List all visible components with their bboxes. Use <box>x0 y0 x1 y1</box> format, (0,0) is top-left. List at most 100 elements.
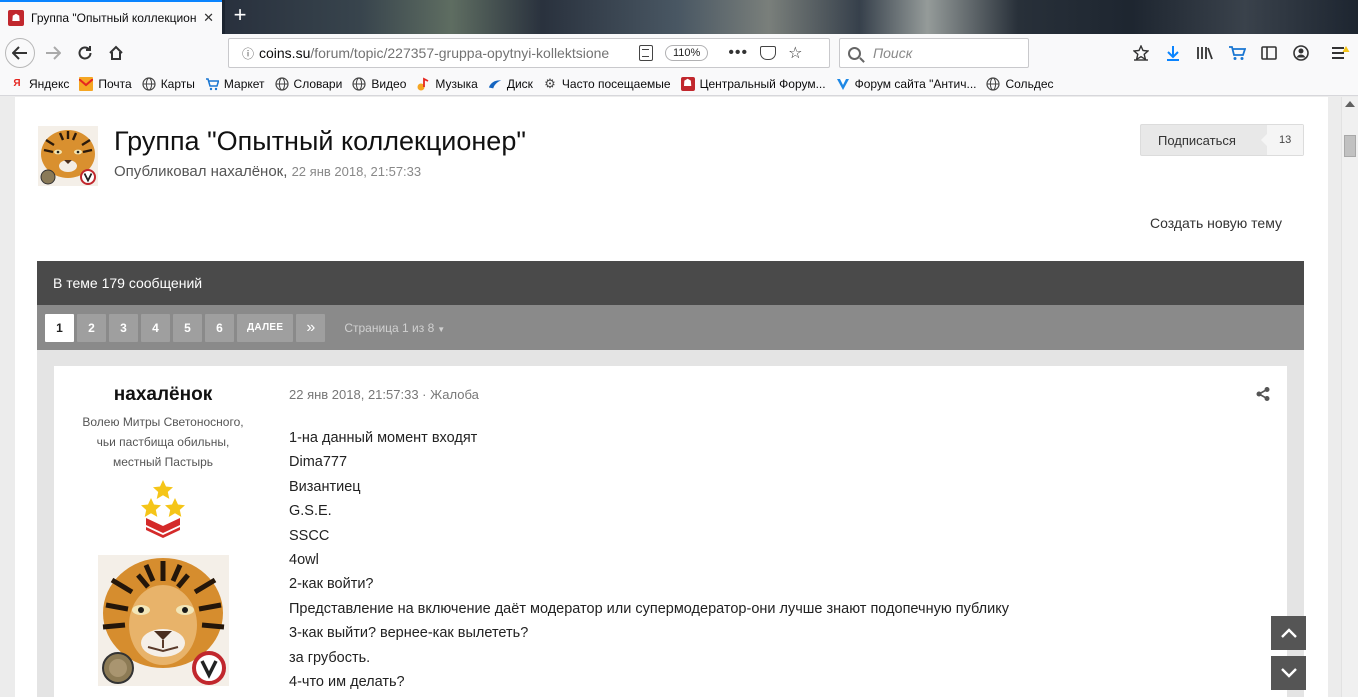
bookmark-label: Центральный Форум... <box>699 76 826 91</box>
post-author-avatar[interactable] <box>98 555 229 686</box>
url-bar[interactable]: ⓘ coins.su/forum/topic/227357-gruppa-opy… <box>228 38 830 68</box>
post-line: 4-что им делать? <box>289 674 405 691</box>
follow-button[interactable]: Подписаться 13 <box>1140 124 1304 156</box>
scrollbar-thumb[interactable] <box>1344 135 1356 157</box>
gear-icon: ⚙ <box>544 75 556 91</box>
post: нахалёнок Волею Митры Светоносного, чьи … <box>54 366 1287 697</box>
menu-icon[interactable] <box>1331 43 1351 63</box>
bookmark-most-visited[interactable]: ⚙ Часто посещаемые <box>543 75 670 91</box>
next-page-button[interactable]: ДАЛЕЕ <box>237 313 294 342</box>
chevron-up-icon <box>1280 628 1297 638</box>
bookmark-maps[interactable]: Карты <box>142 77 195 91</box>
music-icon <box>416 77 430 91</box>
page-6-button[interactable]: 6 <box>205 313 234 342</box>
tab-title: Группа "Опытный коллекционер" <box>31 11 198 25</box>
downloads-icon[interactable] <box>1163 43 1183 63</box>
scroll-to-top-button[interactable] <box>1271 616 1306 650</box>
tab-strip: ☗ Группа "Опытный коллекционер" ✕ + <box>0 0 1358 34</box>
scroll-to-bottom-button[interactable] <box>1271 656 1306 690</box>
page-5-button[interactable]: 5 <box>173 313 202 342</box>
bookmark-music[interactable]: Музыка <box>416 76 478 91</box>
reader-view-icon[interactable] <box>639 45 653 61</box>
globe-icon <box>352 76 366 91</box>
forum-page: Группа "Опытный коллекционер" Опубликова… <box>15 97 1328 697</box>
bookmarks-star-icon[interactable] <box>1131 43 1151 63</box>
page-3-button[interactable]: 3 <box>109 313 138 342</box>
globe-icon <box>274 76 289 91</box>
chevron-down-icon: ▼ <box>437 324 446 334</box>
back-arrow-icon <box>12 46 27 60</box>
tab-active[interactable]: ☗ Группа "Опытный коллекционер" ✕ <box>0 0 222 34</box>
post-line: Византиец <box>289 478 361 495</box>
share-icon[interactable] <box>1255 386 1271 402</box>
account-icon[interactable] <box>1291 43 1311 63</box>
sidebar-icon[interactable] <box>1259 43 1279 63</box>
follow-label: Подписаться <box>1158 132 1236 148</box>
post-meta: 22 янв 2018, 21:57:33 · Жалоба <box>289 387 479 402</box>
post-line: Dima777 <box>289 454 348 471</box>
page-1-button[interactable]: 1 <box>45 313 74 342</box>
post-list: нахалёнок Волею Митры Светоносного, чьи … <box>37 350 1304 697</box>
bookmark-market[interactable]: Маркет <box>205 77 265 91</box>
home-button[interactable] <box>102 39 130 67</box>
back-button[interactable] <box>5 38 35 68</box>
chevron-down-icon <box>1280 668 1297 678</box>
post-date[interactable]: 22 янв 2018, 21:57:33 <box>289 387 419 402</box>
post-line: SSCC <box>289 527 330 544</box>
bookmark-disk[interactable]: Диск <box>488 77 533 91</box>
bookmark-label: Почта <box>98 76 132 91</box>
tabstrip-background <box>225 0 1358 34</box>
post-line: Представление на включение даёт модерато… <box>289 600 1009 617</box>
bookmark-dictionaries[interactable]: Словари <box>274 76 342 91</box>
antique-icon <box>836 77 850 91</box>
coins-favicon-icon: ☗ <box>8 10 24 26</box>
new-tab-button[interactable]: + <box>228 4 252 28</box>
bookmark-label: Яндекс <box>29 76 70 91</box>
bookmarks-bar: Я Яндекс Почта Карты Маркет Словари Видео… <box>0 72 1358 96</box>
bookmark-star-icon[interactable]: ☆ <box>788 43 802 63</box>
page-actions-icon[interactable]: ••• <box>728 44 748 62</box>
url-text[interactable]: coins.su/forum/topic/227357-gruppa-opytn… <box>259 45 617 61</box>
bookmark-soldes[interactable]: Сольдес <box>986 76 1054 91</box>
create-new-topic-link[interactable]: Создать новую тему <box>1150 215 1282 231</box>
bookmark-central-forum[interactable]: ☗ Центральный Форум... <box>680 76 826 91</box>
rank-badge-icon <box>137 480 189 538</box>
bookmark-yandex[interactable]: Я Яндекс <box>10 77 69 91</box>
page-viewport: Группа "Опытный коллекционер" Опубликова… <box>0 97 1341 697</box>
library-icon[interactable] <box>1195 43 1215 63</box>
pocket-icon[interactable] <box>760 46 777 60</box>
scroll-up-arrow-icon[interactable] <box>1345 101 1355 107</box>
post-line: 1-на данный момент входят <box>289 430 478 446</box>
search-bar[interactable]: Поиск <box>839 38 1029 68</box>
bookmark-label: Сольдес <box>1005 76 1054 91</box>
report-link[interactable]: Жалоба <box>430 387 479 402</box>
topic-author-link[interactable]: Опубликовал нахалёнок <box>114 163 283 180</box>
forward-button[interactable] <box>39 39 67 67</box>
bookmark-video[interactable]: Видео <box>352 77 406 91</box>
globe-icon <box>142 76 156 91</box>
cart-icon[interactable] <box>1227 43 1247 63</box>
bookmark-label: Видео <box>371 76 407 91</box>
topic-date: 22 янв 2018, 21:57:33 <box>291 164 422 179</box>
post-line: 3-как выйти? вернее-как вылететь? <box>289 625 529 642</box>
search-icon <box>848 46 861 60</box>
page-scrollbar[interactable] <box>1341 97 1358 697</box>
site-info-icon[interactable]: ⓘ <box>237 45 259 62</box>
zoom-level-badge[interactable]: 110% <box>665 45 709 61</box>
page-4-button[interactable]: 4 <box>141 313 170 342</box>
last-page-button[interactable]: » <box>296 313 326 342</box>
reload-button[interactable] <box>71 39 99 67</box>
search-placeholder: Поиск <box>873 45 913 61</box>
bookmark-mail[interactable]: Почта <box>79 76 132 91</box>
author-title-line: чьи пастбища обильны, <box>96 435 230 449</box>
bookmark-label: Музыка <box>435 76 478 91</box>
navigation-bar: ⓘ coins.su/forum/topic/227357-gruppa-opy… <box>0 34 1358 72</box>
home-icon <box>109 45 123 60</box>
bookmark-antique-forum[interactable]: Форум сайта "Антич... <box>836 77 976 91</box>
topic-author-avatar[interactable] <box>38 126 98 186</box>
post-author-name[interactable]: нахалёнок <box>54 384 272 406</box>
post-line: за грубость. <box>289 649 371 666</box>
page-2-button[interactable]: 2 <box>77 313 106 342</box>
close-tab-icon[interactable]: ✕ <box>203 10 214 26</box>
page-jump-dropdown[interactable]: Страница 1 из 8 ▼ <box>344 321 445 335</box>
